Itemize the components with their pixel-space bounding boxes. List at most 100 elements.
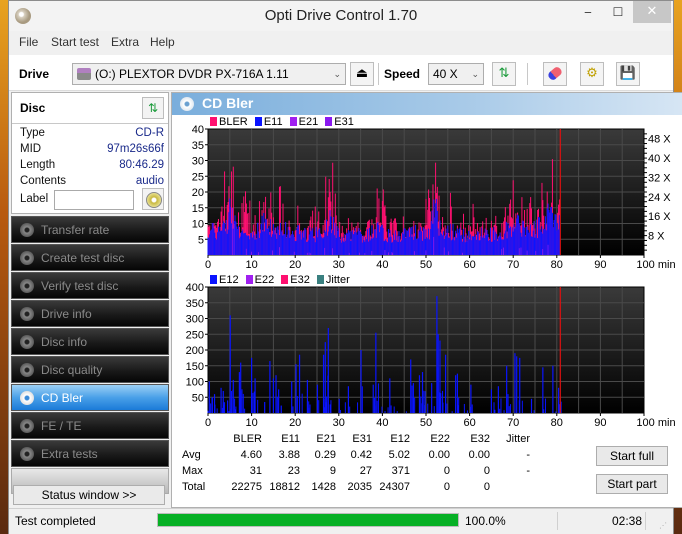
stats-cell: 3.88 [278, 449, 300, 461]
sidebar-item-label: Transfer rate [41, 223, 110, 237]
elapsed-time: 02:38 [612, 514, 643, 528]
resize-grip-icon[interactable]: ⋰ [659, 521, 667, 530]
x-tick-label: 80 [551, 417, 563, 429]
y-tick-label: 400 [186, 282, 204, 294]
x-tick-label: 90 [594, 259, 606, 271]
disc-field-mid: MID 97m26s66f [20, 143, 164, 159]
y-tick-label: 350 [186, 298, 204, 310]
x-tick-label: 100 min [636, 417, 675, 429]
y-tick-label: 10 [192, 219, 204, 231]
stats-cell: 4.60 [240, 449, 262, 461]
sidebar-item-cd-bler[interactable]: CD Bler [11, 384, 169, 411]
sidebar-item-label: CD Bler [41, 391, 84, 405]
y-tick-label: 300 [186, 314, 204, 326]
x-tick-label: 70 [507, 417, 519, 429]
sidebar-item-extra-tests[interactable]: Extra tests [11, 440, 169, 467]
progress-label: 100.0% [465, 514, 506, 528]
disc-icon [20, 419, 34, 433]
disc-label-input[interactable] [54, 190, 134, 210]
disc-icon [20, 391, 34, 405]
menu-file[interactable]: File [19, 35, 38, 49]
stats-cell: 23 [287, 465, 300, 477]
speed-value: 40 X [433, 67, 458, 81]
stats-cell: 18812 [269, 481, 300, 493]
x-tick-label: 10 [245, 259, 257, 271]
disc-field-length: Length 80:46.29 [20, 159, 164, 175]
sidebar-item-label: Disc quality [41, 363, 103, 377]
speed-select[interactable]: 40 X ⌄ [428, 63, 484, 85]
y-tick-label: 40 [192, 124, 204, 136]
disc-field-key: Length [20, 159, 56, 171]
stats-column-header: E22 [430, 433, 450, 445]
disc-icon [20, 307, 34, 321]
y-tick-label: 50 [192, 392, 204, 404]
minimize-button[interactable]: ‒ [573, 1, 603, 23]
progress-bar [157, 513, 459, 527]
cd-bler-panel: CD Bler BLER E11 E21 E31 E12 E22 E32 Jit… [171, 92, 682, 508]
settings-icon: ⚙ [586, 66, 598, 81]
x-tick-label: 0 [205, 417, 211, 429]
sidebar-item-drive-info[interactable]: Drive info [11, 300, 169, 327]
stats-cell: 22275 [231, 481, 262, 493]
x-tick-label: 90 [594, 417, 606, 429]
close-button[interactable]: ✕ [633, 1, 671, 23]
sidebar-item-verify-test-disc[interactable]: Verify test disc [11, 272, 169, 299]
status-message: Test completed [15, 514, 96, 528]
disc-header: Disc [20, 101, 46, 115]
x-tick-label: 60 [463, 417, 475, 429]
y2-tick-label: 8 X [648, 231, 665, 243]
stats-row-label: Max [182, 465, 203, 477]
menu-extra[interactable]: Extra [111, 35, 139, 49]
save-button[interactable]: 💾 [616, 62, 640, 86]
sidebar-nav: Transfer rate Create test disc Verify te… [11, 216, 169, 494]
progress-fill [158, 514, 458, 526]
disc-field-key: MID [20, 143, 42, 155]
y-tick-label: 30 [192, 156, 204, 168]
stats-row-label: Total [182, 481, 206, 493]
y2-tick-label: 24 X [648, 192, 671, 204]
disc-field-value: 97m26s66f [107, 143, 164, 155]
disc-icon [20, 279, 34, 293]
settings-button[interactable]: ⚙ [580, 62, 604, 86]
sidebar-item-disc-quality[interactable]: Disc quality [11, 356, 169, 383]
x-tick-label: 30 [333, 417, 345, 429]
stats-column-header: E32 [470, 433, 490, 445]
menu-bar: File Start test Extra Help [9, 33, 673, 51]
drive-select[interactable]: (O:) PLEXTOR DVDR PX-716A 1.11 ⌄ [72, 63, 346, 85]
cd-label-button[interactable] [142, 188, 164, 210]
stats-cell: - [526, 465, 530, 477]
start-full-button[interactable]: Start full [596, 446, 668, 466]
erase-button[interactable] [543, 62, 567, 86]
menu-help[interactable]: Help [150, 35, 175, 49]
x-tick-label: 20 [289, 259, 301, 271]
x-tick-label: 30 [333, 259, 345, 271]
y-tick-label: 150 [186, 361, 204, 373]
stats-cell: 31 [249, 465, 262, 477]
x-tick-label: 100 min [636, 259, 675, 271]
menu-start-test[interactable]: Start test [51, 35, 99, 49]
stats-cell: 0.00 [428, 449, 450, 461]
y-tick-label: 25 [192, 171, 204, 183]
sidebar-item-disc-info[interactable]: Disc info [11, 328, 169, 355]
sidebar-item-label: Drive info [41, 307, 92, 321]
sidebar-item-label: Create test disc [41, 251, 125, 265]
y-tick-label: 15 [192, 203, 204, 215]
start-part-button[interactable]: Start part [596, 474, 668, 494]
status-window-button[interactable]: Status window >> [13, 485, 165, 505]
sidebar-item-create-test-disc[interactable]: Create test disc [11, 244, 169, 271]
eject-button[interactable]: ⏏ [350, 62, 374, 86]
stats-cell: 0.00 [468, 449, 490, 461]
y-tick-label: 20 [192, 187, 204, 199]
stats-column-header: BLER [233, 433, 262, 445]
drive-value: (O:) PLEXTOR DVDR PX-716A 1.11 [95, 67, 289, 81]
sidebar-item-transfer-rate[interactable]: Transfer rate [11, 216, 169, 243]
disc-refresh-button[interactable]: ⇅ [142, 97, 164, 119]
disc-info-panel: Disc ⇅ Type CD-R MID 97m26s66f Length 80… [11, 92, 169, 214]
status-separator [557, 512, 558, 530]
maximize-button[interactable]: ☐ [603, 1, 633, 23]
stats-column-header: Jitter [506, 433, 530, 445]
chevron-down-icon: ⌄ [471, 69, 479, 79]
refresh-speed-button[interactable]: ⇅ [492, 62, 516, 86]
stats-cell: 0 [483, 481, 490, 493]
sidebar-item-fe-te[interactable]: FE / TE [11, 412, 169, 439]
